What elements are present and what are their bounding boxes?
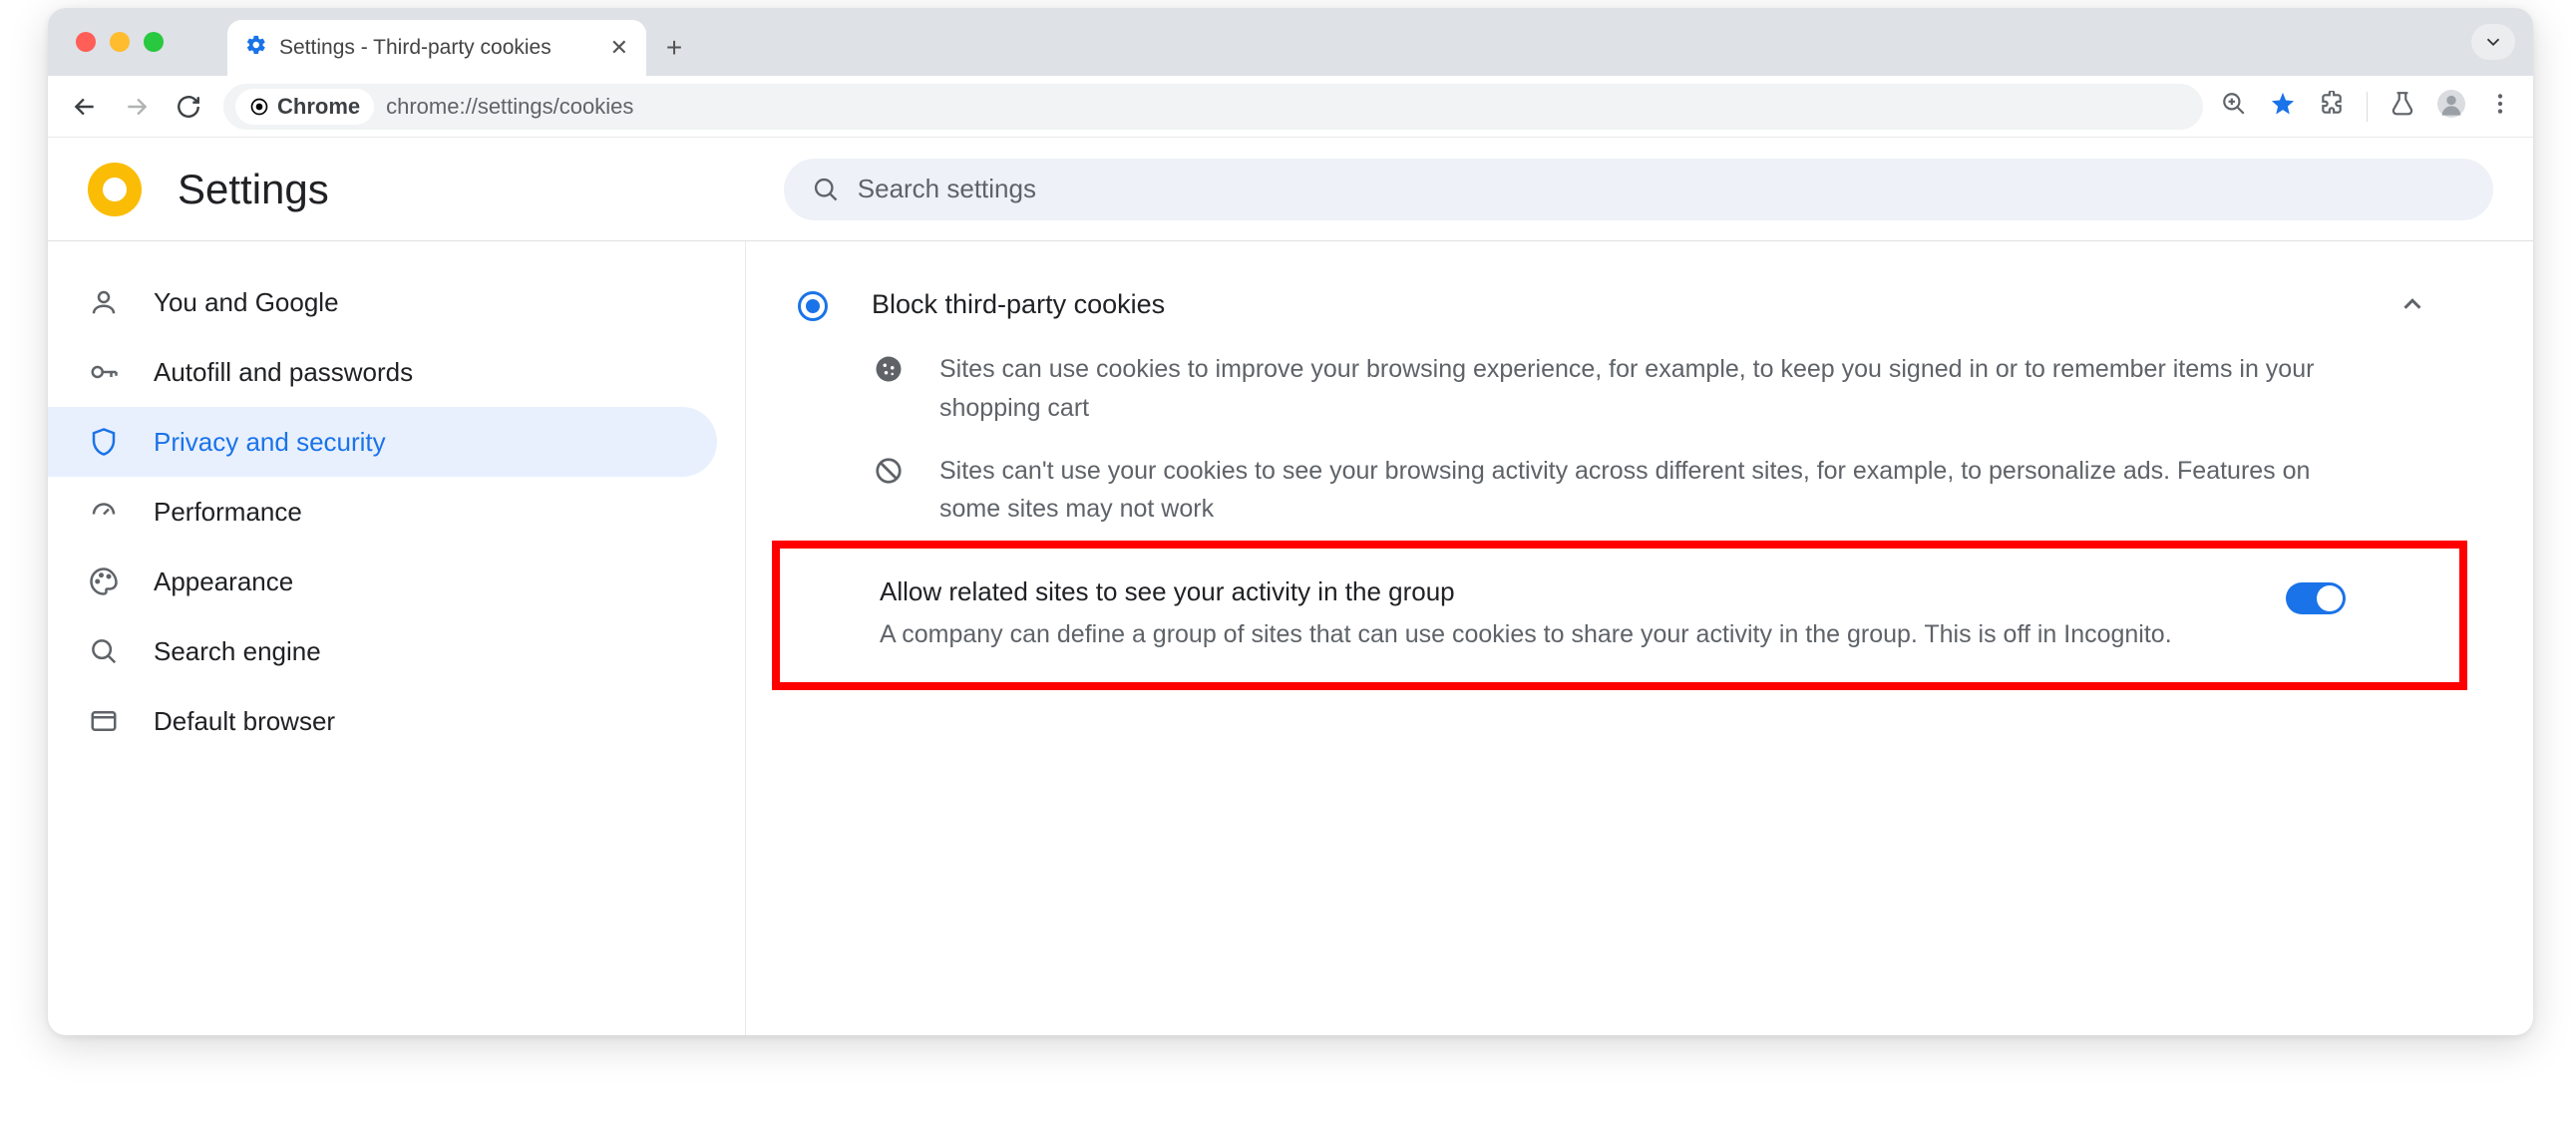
- sidebar-item-default-browser[interactable]: Default browser: [48, 686, 717, 756]
- sidebar-item-label: Autofill and passwords: [154, 357, 413, 388]
- browser-window: Settings - Third-party cookies ✕ + Chrom…: [48, 8, 2533, 1035]
- maximize-window-button[interactable]: [144, 32, 164, 52]
- back-button[interactable]: [68, 90, 102, 124]
- main-content: Block third-party cookies Sites can use …: [746, 241, 2533, 1035]
- site-chip-label: Chrome: [277, 94, 360, 120]
- tab-overflow-button[interactable]: [2471, 24, 2515, 60]
- sidebar: You and Google Autofill and passwords Pr…: [48, 241, 746, 1035]
- radio-selected-icon[interactable]: [798, 291, 828, 321]
- sidebar-item-performance[interactable]: Performance: [48, 477, 717, 547]
- separator: [2367, 92, 2368, 122]
- page-title: Settings: [178, 166, 329, 213]
- search-placeholder: Search settings: [858, 174, 1036, 204]
- sidebar-item-search-engine[interactable]: Search engine: [48, 616, 717, 686]
- sidebar-item-label: Performance: [154, 497, 302, 528]
- block-third-party-option[interactable]: Block third-party cookies: [772, 271, 2467, 338]
- chrome-logo-icon: [88, 163, 142, 216]
- settings-body: You and Google Autofill and passwords Pr…: [48, 241, 2533, 1035]
- forward-button[interactable]: [120, 90, 154, 124]
- new-tab-button[interactable]: +: [652, 20, 696, 76]
- palette-icon: [88, 566, 120, 596]
- description-blocked: Sites can't use your cookies to see your…: [772, 440, 2467, 542]
- zoom-icon[interactable]: [2221, 91, 2247, 122]
- extensions-icon[interactable]: [2319, 91, 2345, 122]
- sidebar-item-label: Privacy and security: [154, 427, 386, 458]
- cookie-icon: [872, 354, 906, 384]
- menu-icon[interactable]: [2487, 91, 2513, 122]
- traffic-lights: [76, 32, 164, 52]
- sidebar-item-label: Search engine: [154, 636, 321, 667]
- search-settings-input[interactable]: Search settings: [784, 159, 2493, 220]
- key-icon: [88, 357, 120, 387]
- shield-icon: [88, 427, 120, 457]
- description-allowed: Sites can use cookies to improve your br…: [772, 338, 2467, 440]
- sidebar-item-you-and-google[interactable]: You and Google: [48, 267, 717, 337]
- toggle-subtitle: A company can define a group of sites th…: [880, 615, 2256, 654]
- toolbar-actions: [2221, 90, 2513, 123]
- close-window-button[interactable]: [76, 32, 96, 52]
- related-sites-toggle[interactable]: [2286, 582, 2346, 614]
- description-text: Sites can use cookies to improve your br…: [939, 350, 2356, 428]
- browser-tab[interactable]: Settings - Third-party cookies ✕: [227, 20, 646, 76]
- cookies-card: Block third-party cookies Sites can use …: [772, 271, 2467, 690]
- minimize-window-button[interactable]: [110, 32, 130, 52]
- sidebar-item-privacy[interactable]: Privacy and security: [48, 407, 717, 477]
- browser-icon: [88, 706, 120, 736]
- sidebar-item-appearance[interactable]: Appearance: [48, 547, 717, 616]
- sidebar-item-label: Appearance: [154, 566, 293, 597]
- settings-header: Settings Search settings: [48, 138, 2533, 241]
- gear-icon: [245, 34, 267, 62]
- close-tab-button[interactable]: ✕: [610, 35, 628, 61]
- url-text: chrome://settings/cookies: [386, 94, 633, 120]
- site-chip[interactable]: Chrome: [235, 89, 374, 125]
- tab-strip: Settings - Third-party cookies ✕ +: [48, 8, 2533, 76]
- toggle-title: Allow related sites to see your activity…: [880, 576, 2256, 607]
- labs-icon[interactable]: [2390, 91, 2415, 122]
- collapse-button[interactable]: [2397, 289, 2427, 324]
- sidebar-item-label: Default browser: [154, 706, 335, 737]
- address-bar[interactable]: Chrome chrome://settings/cookies: [223, 84, 2203, 130]
- toolbar: Chrome chrome://settings/cookies: [48, 76, 2533, 138]
- blocked-icon: [872, 456, 906, 486]
- sidebar-item-autofill[interactable]: Autofill and passwords: [48, 337, 717, 407]
- related-sites-toggle-row: Allow related sites to see your activity…: [772, 541, 2467, 690]
- tab-title: Settings - Third-party cookies: [279, 36, 552, 60]
- person-icon: [88, 287, 120, 317]
- profile-icon[interactable]: [2437, 90, 2465, 123]
- option-title: Block third-party cookies: [872, 289, 2397, 320]
- reload-button[interactable]: [172, 90, 205, 124]
- bookmark-icon[interactable]: [2269, 90, 2297, 123]
- sidebar-item-label: You and Google: [154, 287, 339, 318]
- search-icon: [88, 636, 120, 666]
- speedometer-icon: [88, 497, 120, 527]
- description-text: Sites can't use your cookies to see your…: [939, 452, 2356, 530]
